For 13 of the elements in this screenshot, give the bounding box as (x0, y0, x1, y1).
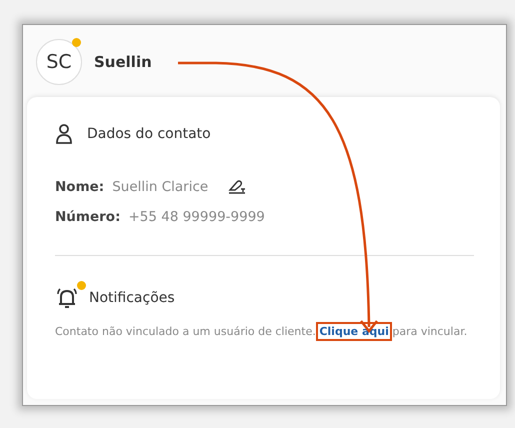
field-value: +55 48 99999-9999 (128, 209, 265, 225)
field-value: Suellin Clarice (112, 179, 208, 195)
bell-icon (55, 286, 79, 310)
link[interactable]: Clique aqui (319, 325, 389, 338)
section-title: Dados do contato (87, 126, 211, 142)
person-icon (55, 123, 73, 145)
notice-text: Contato não vinculado a um usuário de cliente. Clique aqui para vincular. (55, 322, 474, 342)
field-label: Número: (55, 209, 120, 225)
edit-icon[interactable] (228, 179, 246, 195)
contact-name: Suellin (94, 52, 152, 70)
field-label: Nome: (55, 179, 104, 195)
section-title: Notificações (89, 290, 175, 306)
avatar[interactable]: SC (36, 38, 82, 84)
